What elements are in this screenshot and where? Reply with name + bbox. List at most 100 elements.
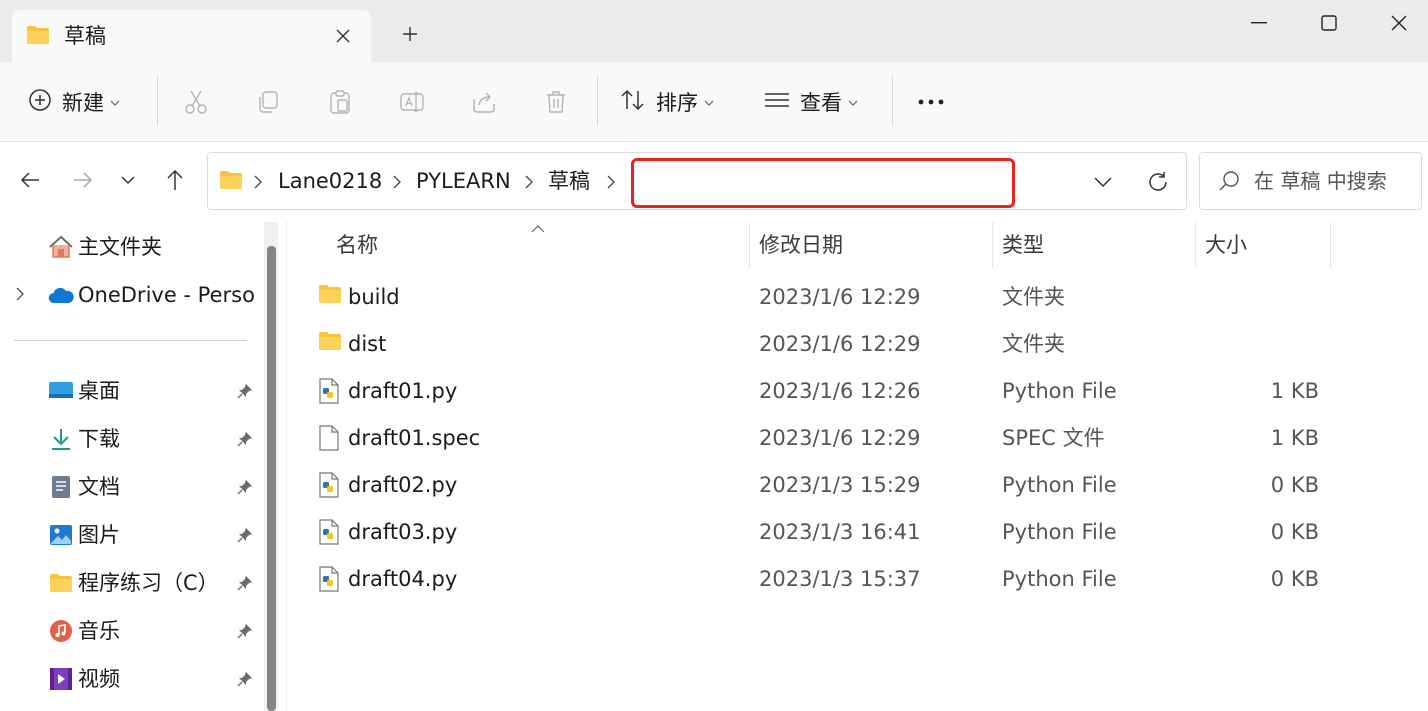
pin-icon[interactable] [237, 623, 253, 643]
chevron-right-icon[interactable] [254, 173, 262, 194]
toolbar-divider [892, 76, 893, 126]
pin-icon[interactable] [237, 575, 253, 595]
refresh-icon[interactable] [1143, 167, 1173, 197]
sidebar-item-videos[interactable]: 视频 [0, 658, 262, 698]
copy-icon[interactable] [252, 86, 284, 118]
sidebar-item-c-practice[interactable]: 程序练习（C） [0, 562, 262, 602]
column-divider[interactable] [1195, 222, 1196, 268]
python-file-icon [318, 472, 340, 502]
toolbar-divider [597, 76, 598, 126]
file-row[interactable]: draft04.py 2023/1/3 15:37 Python File 0 … [306, 556, 1331, 603]
chevron-right-icon[interactable] [525, 173, 533, 194]
pin-icon[interactable] [237, 431, 253, 451]
download-icon [48, 426, 74, 452]
pin-icon[interactable] [237, 383, 253, 403]
folder-icon [26, 25, 50, 49]
column-divider[interactable] [749, 222, 750, 268]
file-row[interactable]: draft01.py 2023/1/6 12:26 Python File 1 … [306, 368, 1331, 415]
command-bar [0, 62, 1428, 142]
home-icon [48, 234, 74, 260]
tab-current[interactable]: 草稿 [12, 10, 371, 62]
sidebar-item-onedrive[interactable]: OneDrive - Perso [0, 274, 262, 314]
delete-icon[interactable] [540, 86, 572, 118]
file-name: draft04.py [348, 567, 458, 591]
file-date: 2023/1/6 12:29 [759, 332, 921, 356]
chevron-down-icon[interactable] [1088, 167, 1118, 197]
minimize-button[interactable] [1224, 0, 1294, 46]
file-size: 0 KB [1270, 567, 1319, 591]
sidebar-scrollbar-thumb[interactable] [267, 246, 276, 711]
maximize-button[interactable] [1294, 0, 1364, 46]
file-row[interactable]: dist 2023/1/6 12:29 文件夹 [306, 321, 1331, 368]
up-arrow-icon[interactable] [159, 164, 191, 196]
file-row[interactable]: draft02.py 2023/1/3 15:29 Python File 0 … [306, 462, 1331, 509]
close-tab-icon[interactable] [329, 22, 357, 50]
new-tab-button[interactable] [396, 20, 424, 48]
close-window-button[interactable] [1364, 0, 1428, 46]
file-date: 2023/1/3 15:37 [759, 567, 921, 591]
python-file-icon [318, 566, 340, 596]
share-icon[interactable] [468, 86, 500, 118]
cut-icon[interactable] [180, 86, 212, 118]
chevron-right-icon[interactable] [393, 173, 401, 194]
view-button[interactable]: 查看 [764, 76, 858, 128]
chevron-right-icon[interactable] [16, 286, 24, 305]
pane-divider[interactable] [286, 220, 287, 711]
column-header-date[interactable]: 修改日期 [759, 222, 989, 268]
sort-button[interactable]: 排序 [620, 76, 714, 128]
desktop-icon [48, 378, 74, 404]
chevron-down-icon [848, 91, 858, 110]
file-date: 2023/1/6 12:29 [759, 426, 921, 450]
file-row[interactable]: build 2023/1/6 12:29 文件夹 [306, 274, 1331, 321]
sidebar-item-documents[interactable]: 文档 [0, 466, 262, 506]
search-box[interactable] [1199, 152, 1422, 210]
chevron-down-icon [704, 91, 714, 110]
new-button[interactable]: 新建 [28, 76, 120, 128]
breadcrumb-item[interactable]: 草稿 [548, 167, 590, 195]
search-input[interactable] [1254, 165, 1418, 197]
file-type: Python File [1002, 473, 1117, 497]
file-row[interactable]: draft01.spec 2023/1/6 12:29 SPEC 文件 1 KB [306, 415, 1331, 462]
tab-title: 草稿 [64, 24, 106, 48]
more-options-icon[interactable] [914, 86, 948, 118]
pictures-icon [48, 522, 74, 548]
address-bar[interactable]: Lane0218 PYLEARN 草稿 [207, 152, 1187, 210]
column-header-name[interactable]: 名称 [336, 222, 746, 268]
forward-arrow-icon[interactable] [67, 164, 99, 196]
file-date: 2023/1/6 12:29 [759, 285, 921, 309]
breadcrumb-item[interactable]: PYLEARN [416, 167, 511, 195]
sidebar-item-pictures[interactable]: 图片 [0, 514, 262, 554]
column-divider[interactable] [992, 222, 993, 268]
breadcrumb-item[interactable]: Lane0218 [278, 167, 382, 195]
file-row[interactable]: draft03.py 2023/1/3 16:41 Python File 0 … [306, 509, 1331, 556]
column-header-type[interactable]: 类型 [1002, 222, 1192, 268]
file-name: dist [348, 332, 387, 356]
address-input[interactable] [631, 158, 1015, 208]
recent-locations-chevron-icon[interactable] [112, 164, 144, 196]
pin-icon[interactable] [237, 671, 253, 691]
chevron-right-icon[interactable] [607, 173, 615, 194]
file-icon [318, 425, 340, 455]
sidebar-item-label: 下载 [78, 427, 120, 451]
file-name: draft02.py [348, 473, 458, 497]
add-circle-icon [28, 88, 52, 116]
file-name: draft03.py [348, 520, 458, 544]
sidebar-item-home[interactable]: 主文件夹 [0, 226, 262, 266]
file-size: 0 KB [1270, 520, 1319, 544]
sidebar-item-downloads[interactable]: 下载 [0, 418, 262, 458]
rename-icon[interactable] [396, 86, 428, 118]
pin-icon[interactable] [237, 479, 253, 499]
folder-icon [48, 570, 74, 596]
view-label: 查看 [800, 91, 842, 115]
column-divider[interactable] [1330, 222, 1331, 268]
folder-icon [318, 331, 342, 355]
column-header-size[interactable]: 大小 [1205, 222, 1325, 268]
back-arrow-icon[interactable] [14, 164, 46, 196]
pin-icon[interactable] [237, 527, 253, 547]
file-type: Python File [1002, 379, 1117, 403]
sidebar-item-music[interactable]: 音乐 [0, 610, 262, 650]
file-size: 1 KB [1270, 379, 1319, 403]
paste-icon[interactable] [324, 86, 356, 118]
sidebar-item-label: 图片 [78, 523, 120, 547]
sidebar-item-desktop[interactable]: 桌面 [0, 370, 262, 410]
